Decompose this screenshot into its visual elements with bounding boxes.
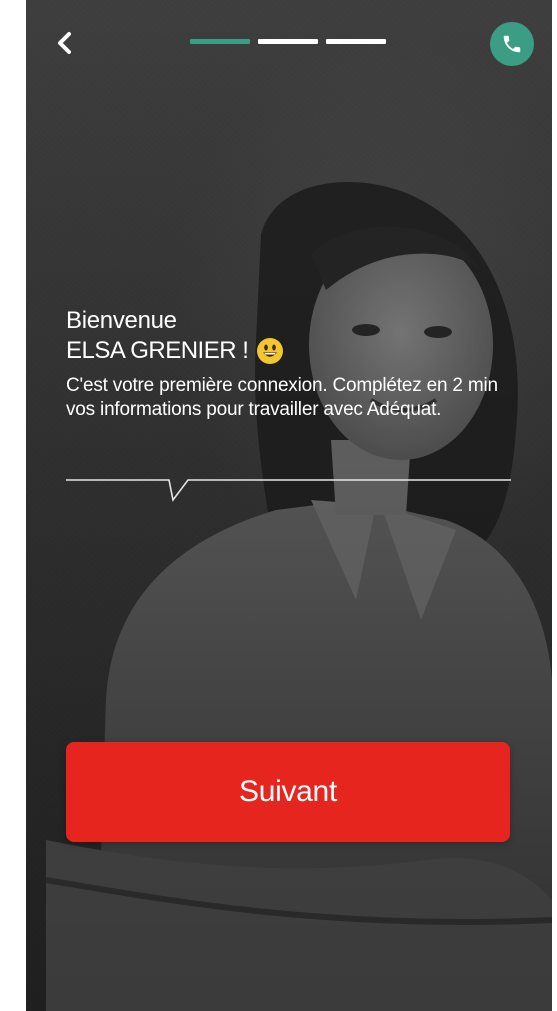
progress-step-3	[326, 39, 386, 44]
greeting-text: Bienvenue	[66, 307, 177, 334]
image-overlay	[26, 0, 552, 1011]
username-line: ELSA GRENIER !	[66, 336, 516, 366]
user-name: ELSA GRENIER !	[66, 337, 249, 364]
call-button[interactable]	[490, 22, 534, 66]
phone-icon	[503, 35, 521, 53]
welcome-block: Bienvenue ELSA GRENIER ! C'est votre pre…	[66, 306, 516, 422]
welcome-message: C'est votre première connexion. Compléte…	[66, 375, 498, 420]
progress-indicator	[190, 39, 386, 44]
chevron-left-icon	[58, 32, 71, 54]
onboarding-screen: Bienvenue ELSA GRENIER ! C'est votre pre…	[26, 0, 552, 1011]
progress-step-1	[190, 39, 250, 44]
back-button[interactable]	[50, 26, 80, 60]
next-button-label: Suivant	[239, 775, 337, 808]
progress-step-2	[258, 39, 318, 44]
next-button[interactable]: Suivant	[66, 742, 510, 842]
grinning-face-icon	[257, 338, 284, 364]
speech-bubble-divider	[66, 479, 511, 502]
